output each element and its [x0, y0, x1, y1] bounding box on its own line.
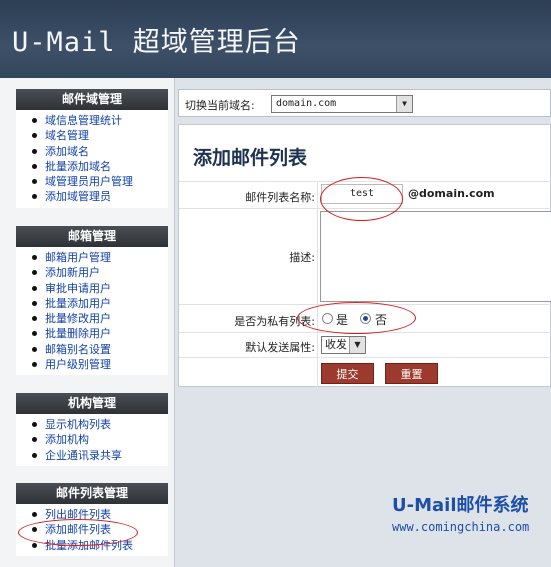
- row-send-attr: 默认发送属性: 收发 ▼: [179, 332, 551, 357]
- sidebar-item-domain-admin-users[interactable]: 域管理员用户管理: [32, 174, 168, 189]
- send-attr-label: 默认发送属性:: [245, 341, 315, 354]
- sidebar-item-mailbox-users[interactable]: 邮箱用户管理: [32, 250, 168, 265]
- send-attr-select[interactable]: 收发 ▼: [321, 336, 366, 354]
- panel-title: 邮件列表管理: [16, 483, 168, 504]
- page-title: 添加邮件列表: [193, 147, 308, 169]
- panel-title: 机构管理: [16, 393, 168, 414]
- sidebar-item-approve-users[interactable]: 审批申请用户: [32, 281, 168, 296]
- description-label: 描述:: [289, 251, 315, 264]
- sidebar-item-address-book[interactable]: 企业通讯录共享: [32, 448, 168, 463]
- sidebar-item-mailbox-alias[interactable]: 邮箱别名设置: [32, 342, 168, 357]
- sidebar-item-batch-add-users[interactable]: 批量添加用户: [32, 296, 168, 311]
- sidebar-item-org-list[interactable]: 显示机构列表: [32, 417, 168, 432]
- sidebar-panel-mailbox: 邮箱管理 邮箱用户管理 添加新用户 审批申请用户 批量添加用户 批量修改用户 批…: [16, 226, 168, 376]
- domain-switch-bar: 切换当前域名: domain.com ▼: [178, 89, 551, 117]
- chevron-down-icon[interactable]: ▼: [396, 96, 412, 112]
- submit-button[interactable]: 提交: [321, 363, 374, 384]
- sidebar-item-domain-stats[interactable]: 域信息管理统计: [32, 113, 168, 128]
- domain-switch-label: 切换当前域名:: [185, 99, 255, 112]
- domain-select[interactable]: domain.com ▼: [271, 95, 413, 113]
- chevron-down-icon[interactable]: ▼: [349, 337, 365, 353]
- sidebar-item-batch-delete-users[interactable]: 批量删除用户: [32, 326, 168, 341]
- annotation-circle-list-name: [320, 177, 403, 221]
- sidebar-item-user-levels[interactable]: 用户级别管理: [32, 357, 168, 372]
- sidebar-item-add-domain-admin[interactable]: 添加域管理员: [32, 189, 168, 204]
- domain-select-value: domain.com: [276, 98, 337, 109]
- sidebar-item-batch-add-domain[interactable]: 批量添加域名: [32, 159, 168, 174]
- sidebar-item-batch-edit-users[interactable]: 批量修改用户: [32, 311, 168, 326]
- annotation-circle-add-mail-list: [18, 519, 138, 546]
- sidebar-item-add-domain[interactable]: 添加域名: [32, 144, 168, 159]
- reset-button[interactable]: 重置: [385, 363, 438, 384]
- app-title: U-Mail 超域管理后台: [12, 27, 301, 58]
- sidebar-panel-org: 机构管理 显示机构列表 添加机构 企业通讯录共享: [16, 393, 168, 466]
- description-textarea[interactable]: [320, 211, 551, 302]
- sidebar-item-add-user[interactable]: 添加新用户: [32, 265, 168, 280]
- panel-title: 邮件域管理: [16, 89, 168, 110]
- row-actions: 提交 重置: [179, 357, 551, 387]
- sidebar-item-add-org[interactable]: 添加机构: [32, 432, 168, 447]
- row-description: 描述:: [179, 208, 551, 304]
- add-mail-list-panel: 添加邮件列表 邮件列表名称: test @domain.com 描述: 是否为私…: [178, 124, 551, 387]
- annotation-circle-private-option: [297, 302, 416, 334]
- brand-logo: U-Mail邮件系统: [392, 495, 529, 516]
- send-attr-value: 收发: [325, 338, 347, 351]
- brand-url: www.comingchina.com: [392, 520, 530, 534]
- panel-title: 邮箱管理: [16, 226, 168, 247]
- private-label: 是否为私有列表:: [234, 315, 315, 328]
- sidebar-item-domain-manage[interactable]: 域名管理: [32, 128, 168, 143]
- sidebar-panel-domain: 邮件域管理 域信息管理统计 域名管理 添加域名 批量添加域名 域管理员用户管理 …: [16, 89, 168, 208]
- header-bar: U-Mail 超域管理后台: [0, 0, 551, 78]
- list-name-label: 邮件列表名称:: [245, 191, 315, 204]
- domain-suffix: @domain.com: [408, 187, 495, 200]
